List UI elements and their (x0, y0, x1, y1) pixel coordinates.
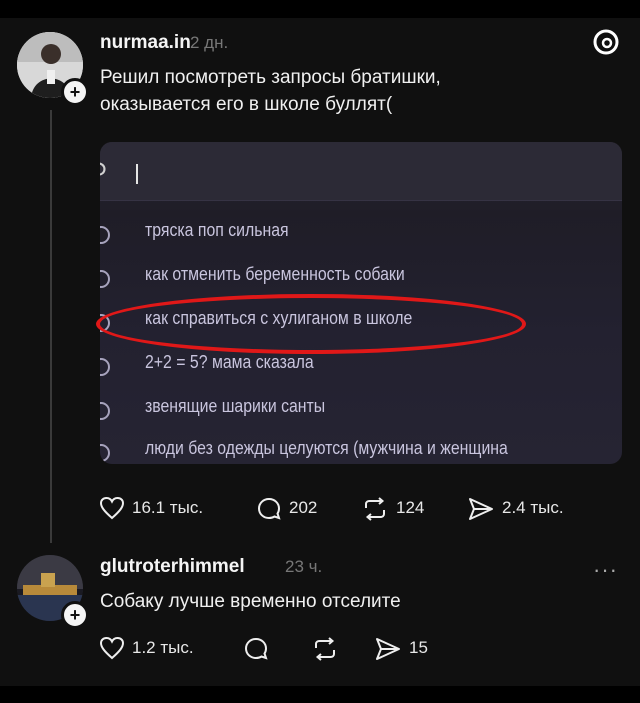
history-icon (100, 358, 110, 376)
post-text-line-2: оказывается его в школе буллят( (100, 94, 393, 115)
history-icon (100, 226, 110, 244)
more-options-icon[interactable]: ··· (593, 557, 618, 583)
history-icon (100, 270, 110, 288)
history-icon (100, 444, 110, 462)
reply-username[interactable]: glutroterhimmel (100, 556, 245, 578)
heart-icon[interactable] (99, 496, 125, 525)
bottom-letterbox (0, 686, 640, 703)
reply-text: Собаку лучше временно отселите (100, 591, 401, 612)
post-time: 2 дн. (190, 33, 229, 52)
post-text-line-1: Решил посмотреть запросы братишки, (100, 67, 441, 88)
search-icon: ⚲ (100, 158, 108, 187)
top-letterbox (0, 0, 640, 18)
suggestion-item: как отменить беременность собаки (100, 262, 622, 296)
share-count: 15 (409, 638, 428, 657)
post-actions: 16.1 тыс. 202 124 2.4 тыс. (0, 495, 640, 525)
suggestion-item: звенящие шарики санты (100, 394, 622, 428)
share-icon[interactable] (467, 496, 495, 527)
post-username[interactable]: nurmaa.in (100, 32, 191, 54)
heart-icon[interactable] (99, 636, 125, 665)
text-cursor (136, 164, 138, 184)
share-icon[interactable] (374, 636, 402, 667)
follow-plus-button[interactable]: + (61, 601, 89, 629)
suggestion-item: тряска поп сильная (100, 218, 622, 252)
history-icon (100, 402, 110, 420)
reply-time: 23 ч. (285, 557, 323, 576)
threads-logo-icon[interactable] (591, 27, 621, 57)
suggestion-item: люди без одежды целуются (мужчина и женщ… (100, 436, 622, 464)
repost-count: 124 (396, 498, 425, 517)
like-count: 1.2 тыс. (132, 638, 194, 657)
red-highlight-oval (96, 294, 526, 354)
share-count: 2.4 тыс. (502, 498, 564, 517)
comment-icon[interactable] (256, 496, 282, 527)
search-bar: ⚲ (100, 142, 622, 201)
suggestion-item: 2+2 = 5? мама сказала (100, 350, 622, 384)
post-text: Решил посмотреть запросы братишки, оказы… (100, 64, 441, 118)
follow-plus-button[interactable]: + (61, 78, 89, 106)
thread-line (50, 110, 52, 543)
repost-icon[interactable] (361, 496, 389, 527)
like-count: 16.1 тыс. (132, 498, 204, 517)
reply-actions: 1.2 тыс. 15 (0, 635, 640, 665)
comment-count: 202 (289, 498, 318, 517)
comment-icon[interactable] (243, 636, 269, 667)
repost-icon[interactable] (311, 636, 339, 667)
